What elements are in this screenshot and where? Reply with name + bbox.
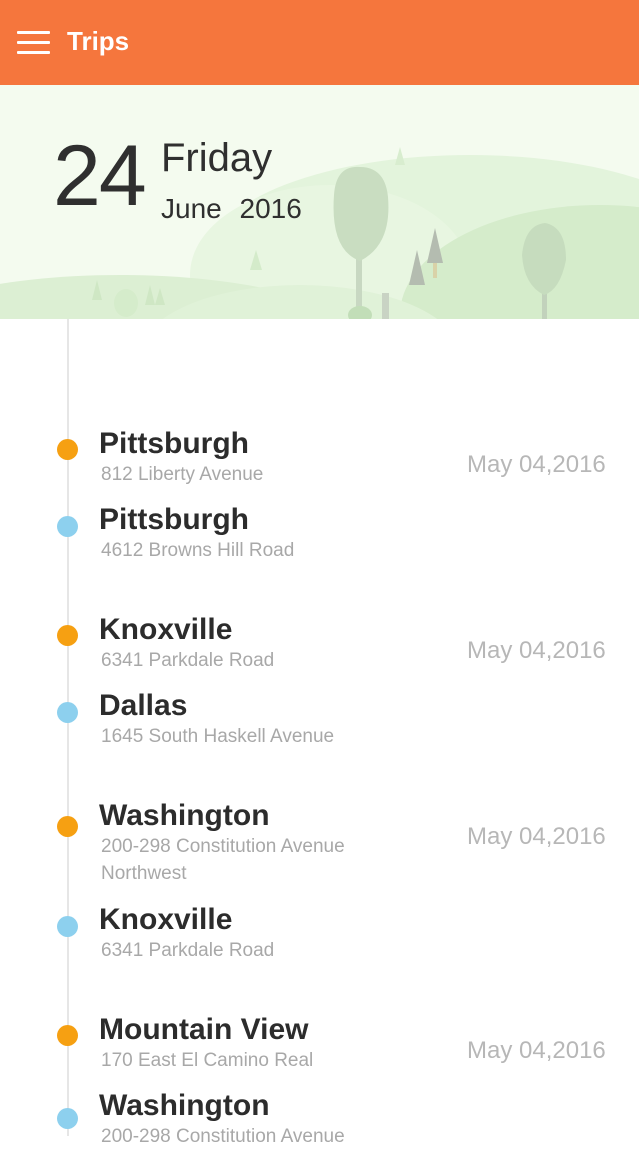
destination-city: Pittsburgh [99, 503, 249, 536]
destination-city: Knoxville [99, 903, 233, 936]
origin-address: 812 Liberty Avenue [101, 464, 264, 485]
origin-address: 170 East El Camino Real [101, 1050, 314, 1071]
destination-address: 4612 Browns Hill Road [101, 540, 295, 561]
origin-city: Pittsburgh [99, 427, 249, 460]
origin-address: 200-298 Constitution Avenue Northwest [101, 836, 345, 884]
origin-address: 6341 Parkdale Road [101, 650, 275, 671]
date-banner: 24 Friday June 2016 [0, 85, 639, 319]
trip-date: May 04,2016 [467, 637, 606, 664]
destination-address: 1645 South Haskell Avenue [101, 726, 335, 747]
destination-address: 200-298 Constitution Avenue [101, 1126, 345, 1147]
origin-city: Mountain View [99, 1013, 309, 1046]
app-bar-title: Trips [67, 26, 130, 56]
date-day: 24 [53, 128, 147, 224]
origin-dot [57, 816, 78, 837]
origin-dot [57, 625, 78, 646]
destination-dot [57, 702, 78, 723]
destination-address: 6341 Parkdale Road [101, 940, 275, 961]
date-weekday: Friday [161, 136, 273, 180]
destination-dot [57, 1108, 78, 1129]
destination-dot [57, 516, 78, 537]
origin-dot [57, 1025, 78, 1046]
origin-city: Knoxville [99, 613, 233, 646]
app-bar: Trips [0, 0, 639, 85]
date-month-year: June 2016 [161, 193, 302, 224]
hamburger-menu-icon[interactable] [17, 31, 50, 54]
trip-date: May 04,2016 [467, 451, 606, 478]
destination-city: Dallas [99, 689, 188, 722]
destination-dot [57, 916, 78, 937]
trip-date: May 04,2016 [467, 1037, 606, 1064]
origin-dot [57, 439, 78, 460]
destination-city: Washington [99, 1089, 270, 1122]
trip-date: May 04,2016 [467, 823, 606, 850]
origin-city: Washington [99, 799, 270, 832]
